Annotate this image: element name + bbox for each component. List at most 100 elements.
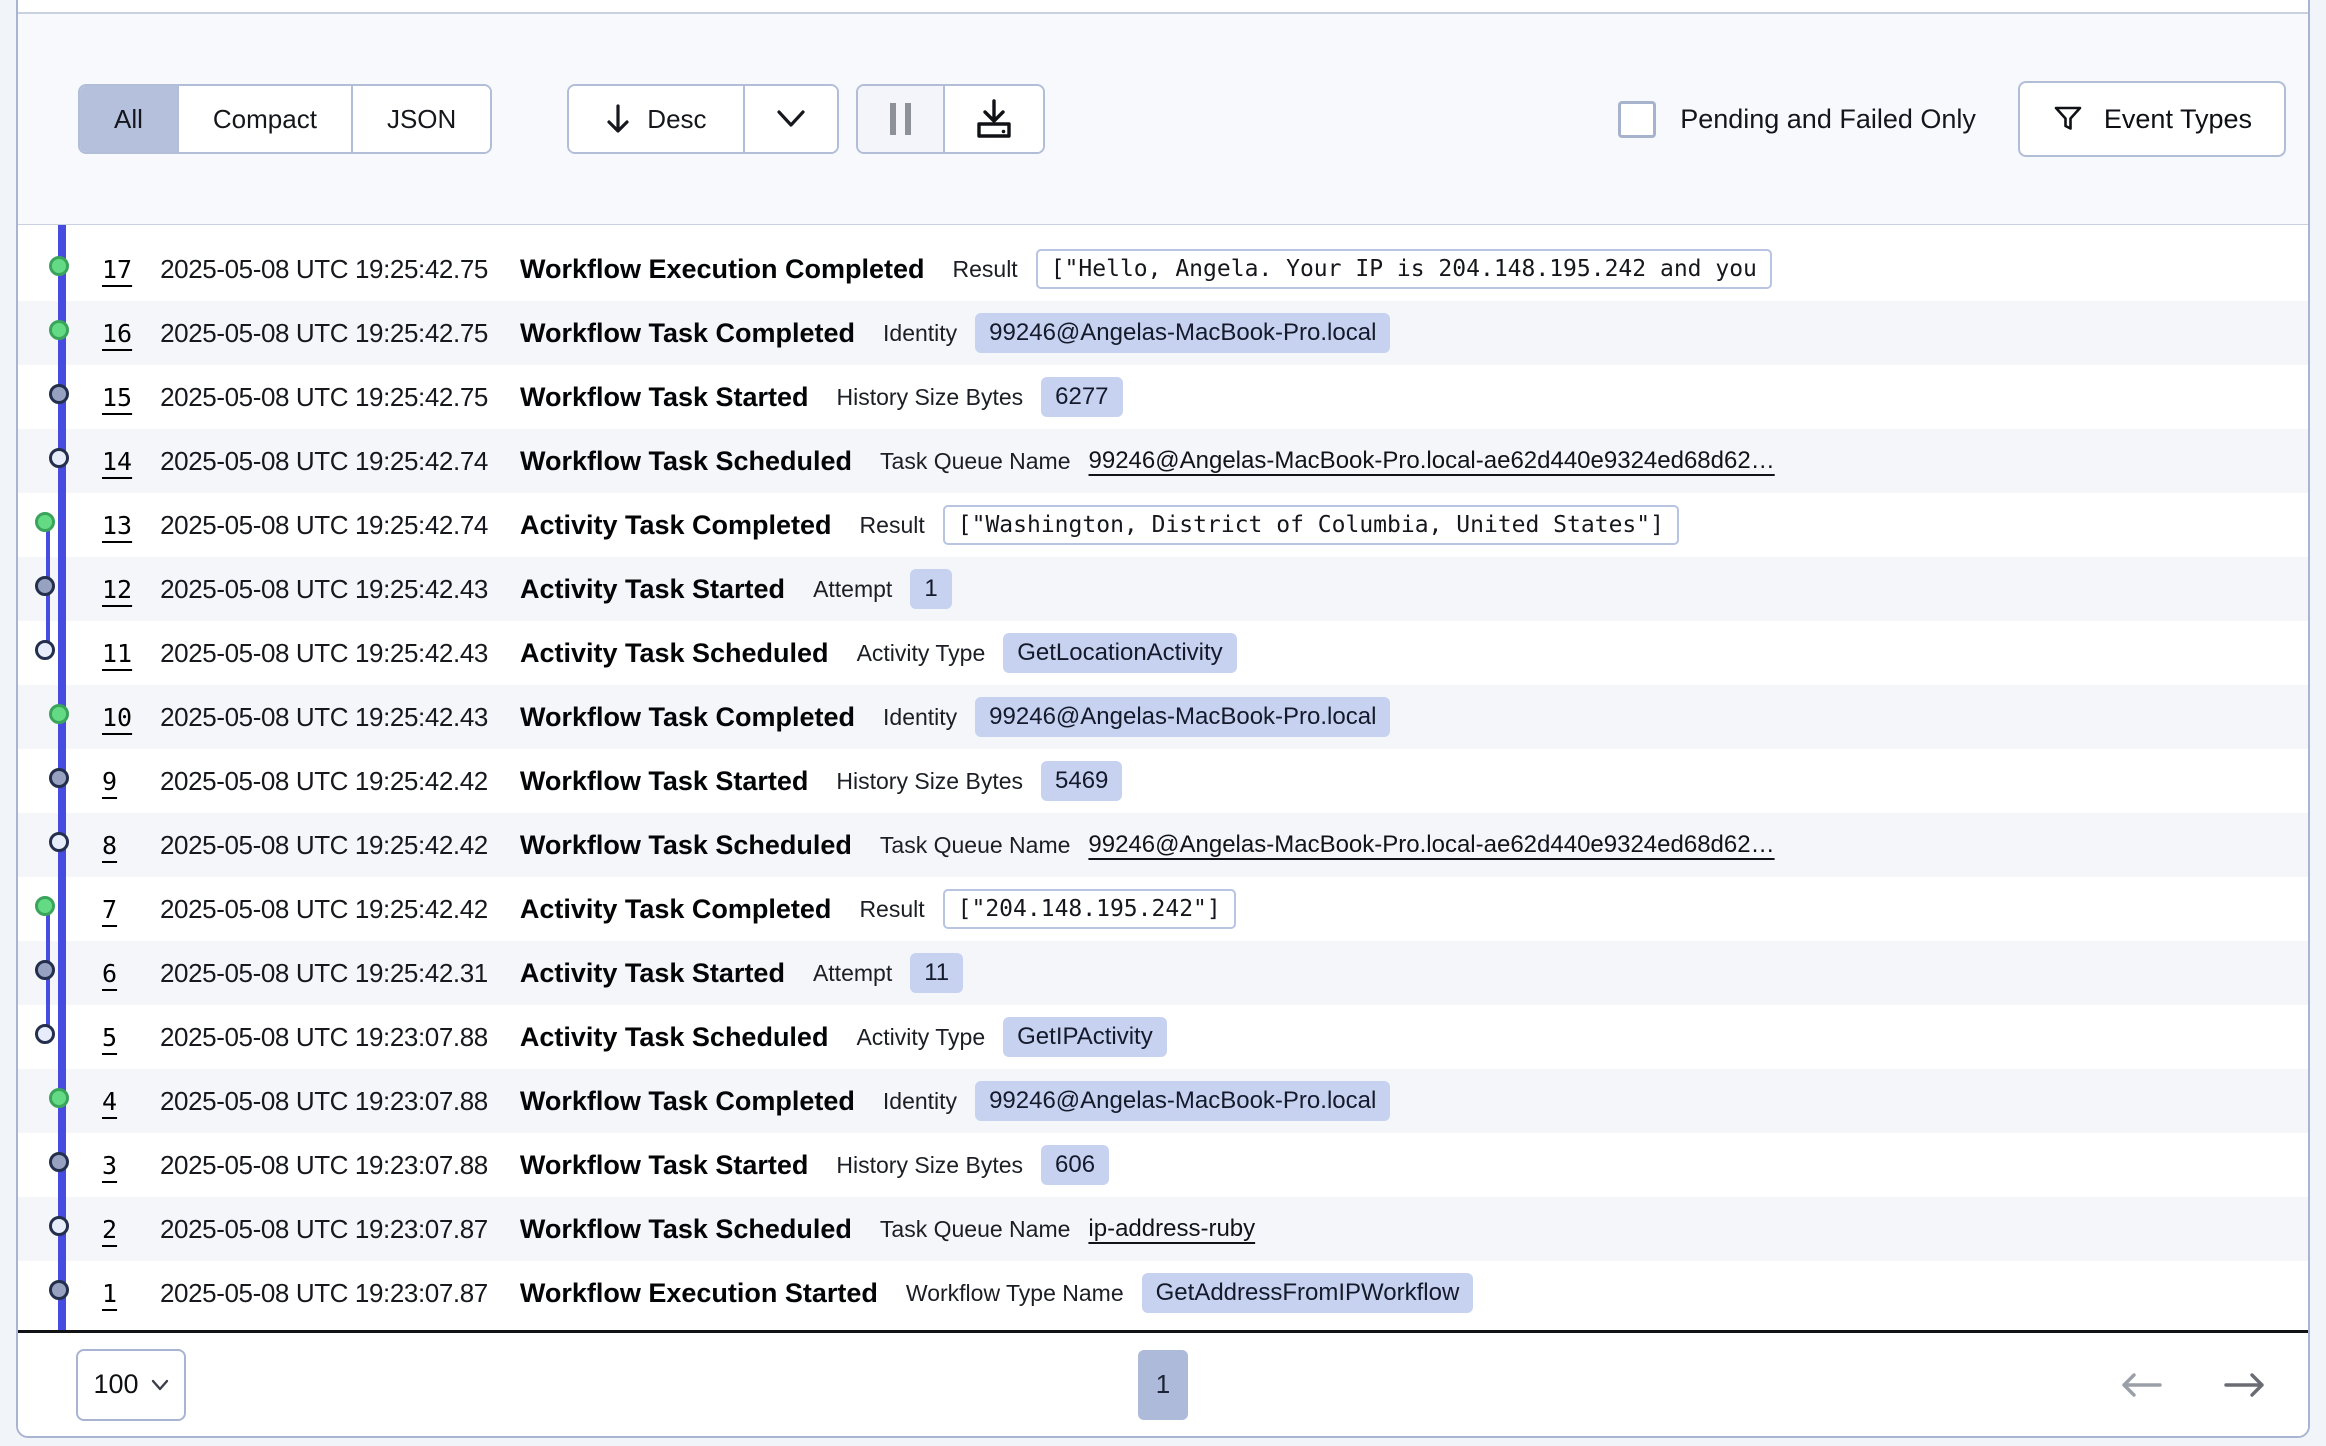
event-row[interactable]: 15 2025-05-08 UTC 19:25:42.75 Workflow T… (18, 365, 2308, 429)
tab-json[interactable]: JSON (353, 86, 490, 152)
event-timestamp: 2025-05-08 UTC 19:23:07.88 (160, 1150, 488, 1181)
event-detail-code: ["Washington, District of Columbia, Unit… (943, 505, 1679, 545)
tab-all[interactable]: All (80, 86, 179, 152)
tab-compact[interactable]: Compact (179, 86, 353, 152)
event-id-link[interactable]: 12 (102, 575, 132, 604)
page-size-select[interactable]: 100 (76, 1349, 186, 1421)
event-type-title: Workflow Task Started (520, 1150, 809, 1181)
event-id-link[interactable]: 14 (102, 447, 132, 476)
funnel-icon (2052, 103, 2084, 135)
event-detail-link[interactable]: 99246@Angelas-MacBook-Pro.local-ae62d440… (1089, 447, 1775, 475)
event-id-link[interactable]: 11 (102, 639, 132, 668)
event-type-title: Workflow Task Completed (520, 318, 855, 349)
event-timestamp: 2025-05-08 UTC 19:25:42.75 (160, 382, 488, 413)
event-id-link[interactable]: 8 (102, 831, 132, 860)
event-types-filter-button[interactable]: Event Types (2018, 81, 2286, 157)
event-detail-link[interactable]: ip-address-ruby (1088, 1215, 1255, 1243)
event-timestamp: 2025-05-08 UTC 19:25:42.43 (160, 638, 488, 669)
event-id-link[interactable]: 1 (102, 1279, 132, 1308)
event-timestamp: 2025-05-08 UTC 19:23:07.88 (160, 1086, 488, 1117)
event-detail-badge: 1 (910, 569, 951, 609)
event-timestamp: 2025-05-08 UTC 19:25:42.75 (160, 318, 488, 349)
event-row[interactable]: 7 2025-05-08 UTC 19:25:42.42 Activity Ta… (18, 877, 2308, 941)
event-status-dot (35, 512, 55, 532)
event-status-dot (49, 832, 69, 852)
previous-page-button[interactable] (2114, 1366, 2168, 1404)
event-timestamp: 2025-05-08 UTC 19:23:07.87 (160, 1214, 488, 1245)
event-id-link[interactable]: 17 (102, 255, 132, 284)
history-actions (856, 84, 1045, 154)
event-row[interactable]: 9 2025-05-08 UTC 19:25:42.42 Workflow Ta… (18, 749, 2308, 813)
event-detail-badge: GetLocationActivity (1003, 633, 1236, 673)
event-row[interactable]: 1 2025-05-08 UTC 19:23:07.87 Workflow Ex… (18, 1261, 2308, 1325)
event-timestamp: 2025-05-08 UTC 19:25:42.42 (160, 766, 488, 797)
event-status-dot (49, 1152, 69, 1172)
event-id-link[interactable]: 6 (102, 959, 132, 988)
pause-updates-button[interactable] (858, 86, 945, 152)
event-id-link[interactable]: 7 (102, 895, 132, 924)
event-id-link[interactable]: 15 (102, 383, 132, 412)
event-row[interactable]: 10 2025-05-08 UTC 19:25:42.43 Workflow T… (18, 685, 2308, 749)
event-row[interactable]: 17 2025-05-08 UTC 19:25:42.75 Workflow E… (18, 237, 2308, 301)
event-row[interactable]: 11 2025-05-08 UTC 19:25:42.43 Activity T… (18, 621, 2308, 685)
event-row[interactable]: 16 2025-05-08 UTC 19:25:42.75 Workflow T… (18, 301, 2308, 365)
event-detail-label: Attempt (813, 576, 892, 603)
sort-desc-button[interactable]: Desc (569, 86, 744, 152)
event-row[interactable]: 3 2025-05-08 UTC 19:23:07.88 Workflow Ta… (18, 1133, 2308, 1197)
event-detail-badge: GetIPActivity (1003, 1017, 1167, 1057)
event-row[interactable]: 8 2025-05-08 UTC 19:25:42.42 Workflow Ta… (18, 813, 2308, 877)
event-row[interactable]: 13 2025-05-08 UTC 19:25:42.74 Activity T… (18, 493, 2308, 557)
event-timestamp: 2025-05-08 UTC 19:25:42.43 (160, 702, 488, 733)
event-detail-badge: 99246@Angelas-MacBook-Pro.local (975, 697, 1390, 737)
event-row[interactable]: 5 2025-05-08 UTC 19:23:07.88 Activity Ta… (18, 1005, 2308, 1069)
event-id-link[interactable]: 2 (102, 1215, 132, 1244)
event-types-label: Event Types (2104, 104, 2252, 135)
event-id-link[interactable]: 5 (102, 1023, 132, 1052)
event-type-title: Workflow Task Started (520, 766, 809, 797)
event-type-title: Activity Task Completed (520, 894, 832, 925)
event-id-link[interactable]: 4 (102, 1087, 132, 1116)
event-detail-label: History Size Bytes (837, 384, 1024, 411)
event-row[interactable]: 12 2025-05-08 UTC 19:25:42.43 Activity T… (18, 557, 2308, 621)
event-timestamp: 2025-05-08 UTC 19:25:42.75 (160, 254, 488, 285)
event-timestamp: 2025-05-08 UTC 19:23:07.87 (160, 1278, 488, 1309)
event-detail-badge: 99246@Angelas-MacBook-Pro.local (975, 1081, 1390, 1121)
event-status-dot (35, 960, 55, 980)
sort-options-expander[interactable] (745, 86, 837, 152)
event-detail-code: ["204.148.195.242"] (943, 889, 1236, 929)
event-history-panel: All Compact JSON Desc (16, 0, 2310, 1438)
pending-failed-filter[interactable]: Pending and Failed Only (1618, 101, 1976, 138)
event-detail-link[interactable]: 99246@Angelas-MacBook-Pro.local-ae62d440… (1088, 831, 1774, 859)
event-row[interactable]: 6 2025-05-08 UTC 19:25:42.31 Activity Ta… (18, 941, 2308, 1005)
event-id-link[interactable]: 3 (102, 1151, 132, 1180)
panel-header-divider (18, 0, 2308, 14)
arrow-left-icon (2118, 1370, 2164, 1400)
event-type-title: Workflow Task Completed (520, 702, 855, 733)
event-id-link[interactable]: 16 (102, 319, 132, 348)
next-page-button[interactable] (2218, 1366, 2272, 1404)
event-id-link[interactable]: 9 (102, 767, 132, 796)
event-status-dot (49, 1216, 69, 1236)
current-page-number: 1 (1156, 1369, 1170, 1400)
pagination-bar: 100 1 (18, 1330, 2308, 1436)
event-id-link[interactable]: 13 (102, 511, 132, 540)
event-row[interactable]: 2 2025-05-08 UTC 19:23:07.87 Workflow Ta… (18, 1197, 2308, 1261)
event-status-dot (49, 704, 69, 724)
event-detail-badge: 11 (910, 953, 963, 993)
event-detail-label: History Size Bytes (836, 768, 1023, 795)
arrow-right-icon (2222, 1370, 2268, 1400)
page-size-value: 100 (93, 1369, 138, 1400)
view-mode-tabs: All Compact JSON (78, 84, 492, 154)
event-status-dot (35, 896, 55, 916)
event-timestamp: 2025-05-08 UTC 19:25:42.74 (160, 446, 488, 477)
event-status-dot (35, 640, 55, 660)
event-status-dot (49, 768, 69, 788)
event-row[interactable]: 4 2025-05-08 UTC 19:23:07.88 Workflow Ta… (18, 1069, 2308, 1133)
pending-failed-checkbox[interactable] (1618, 101, 1656, 138)
event-row[interactable]: 14 2025-05-08 UTC 19:25:42.74 Workflow T… (18, 429, 2308, 493)
event-detail-label: Result (860, 512, 925, 539)
download-history-button[interactable] (945, 86, 1043, 152)
event-id-link[interactable]: 10 (102, 703, 132, 732)
event-detail-label: Result (953, 256, 1018, 283)
event-detail-label: Result (859, 896, 924, 923)
